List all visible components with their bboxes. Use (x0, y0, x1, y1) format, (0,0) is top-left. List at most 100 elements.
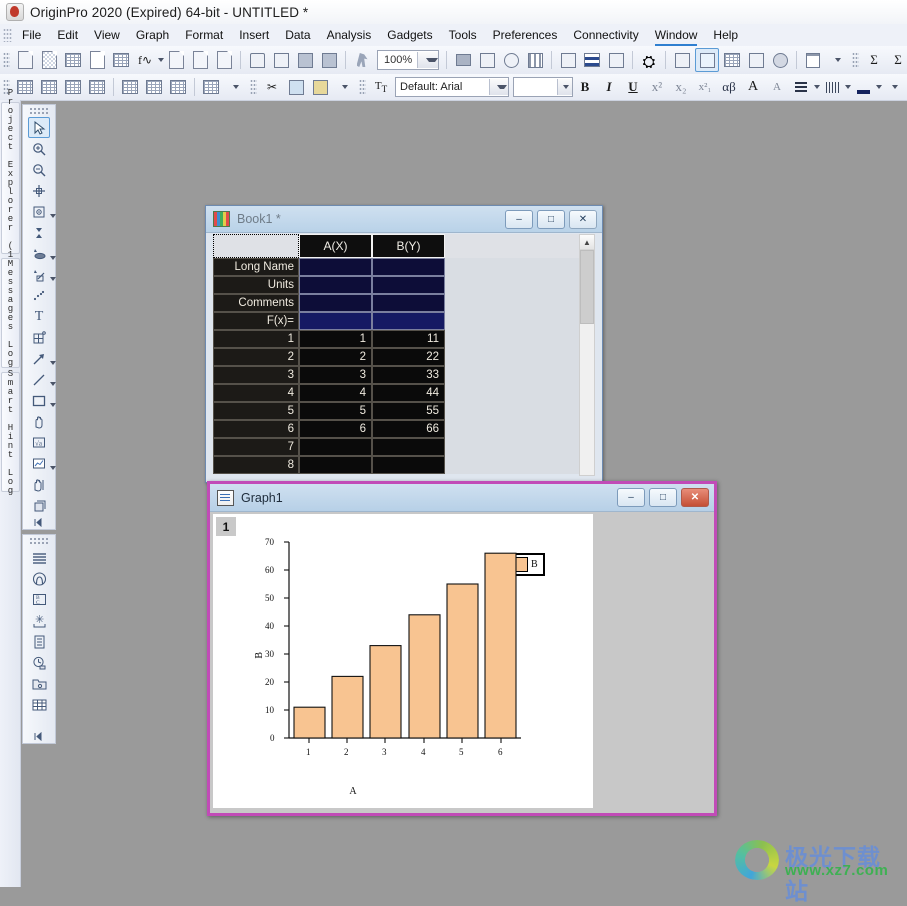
cell-a[interactable] (299, 456, 372, 474)
worksheet-grid[interactable]: A(X) B(Y) Long Name Units Comments F(x)= (213, 234, 587, 474)
table-row[interactable]: 8 (213, 456, 587, 474)
arch-icon[interactable] (28, 568, 50, 589)
time-stamp-icon[interactable] (28, 652, 50, 673)
table-row[interactable]: 1 1 11 (213, 330, 587, 348)
menu-edit[interactable]: Edit (49, 25, 86, 45)
graph-window[interactable]: Graph1 – □ ✕ 1 B 0 10 20 30 40 50 60 70 … (207, 481, 717, 816)
rectangle-tool-chevron-down-icon[interactable] (50, 403, 56, 407)
new-excel-icon[interactable] (189, 49, 211, 71)
cell-b[interactable]: 66 (372, 420, 445, 438)
graph-page[interactable]: 1 B 0 10 20 30 40 50 60 70 1 2 3 4 5 6 B… (213, 514, 593, 808)
font-name-combobox[interactable]: Default: Arial (395, 77, 509, 97)
meta-cell-a-units[interactable] (299, 276, 372, 294)
italic-button[interactable]: I (598, 76, 620, 98)
export-graph-icon[interactable] (500, 49, 522, 71)
copy-icon[interactable] (285, 76, 307, 98)
data-selector-icon[interactable] (28, 222, 50, 243)
align-chevron-down-icon[interactable] (814, 85, 820, 89)
menu-file[interactable]: File (14, 25, 49, 45)
arrow-tool-icon[interactable] (28, 348, 56, 369)
cell-a[interactable]: 4 (299, 384, 372, 402)
stacked-lines-icon[interactable] (28, 547, 50, 568)
import-database-icon[interactable] (745, 49, 767, 71)
regional-mask-chevron-down-icon[interactable] (50, 277, 56, 281)
data-reader-icon[interactable] (28, 201, 56, 222)
superscript-button[interactable]: x² (646, 76, 668, 98)
line-tool-icon[interactable] (28, 369, 56, 390)
font-size-combobox[interactable] (513, 77, 573, 97)
new-function-plot-icon[interactable]: f∿ (134, 49, 156, 71)
insert-column-icon[interactable] (167, 76, 189, 98)
zoom-in-icon[interactable] (28, 138, 50, 159)
b-to-c-icon[interactable]: BC (28, 589, 50, 610)
new-folder-icon[interactable] (38, 49, 60, 71)
save-window-icon[interactable] (318, 49, 340, 71)
palette-expand-button[interactable] (23, 516, 55, 528)
line-style-icon[interactable] (821, 76, 843, 98)
annotation-icon[interactable] (557, 49, 579, 71)
worksheet-vertical-scrollbar[interactable]: ▲ (579, 234, 595, 476)
palette-expand-button[interactable] (23, 730, 55, 742)
menu-insert[interactable]: Insert (231, 25, 277, 45)
menu-format[interactable]: Format (177, 25, 231, 45)
layer-tool-icon[interactable] (28, 495, 50, 516)
meta-cell-b-long-name[interactable] (372, 258, 445, 276)
sidebar-item-project-explorer[interactable]: Project Explorer (1) (1, 88, 20, 268)
palette-grip[interactable] (29, 537, 49, 545)
print-icon[interactable] (452, 49, 474, 71)
table-row[interactable]: 2 2 22 (213, 348, 587, 366)
save-project-icon[interactable] (294, 49, 316, 71)
meta-cell-b-fx[interactable] (372, 312, 445, 330)
menu-connectivity[interactable]: Connectivity (565, 25, 646, 45)
new-matrix-icon[interactable] (110, 49, 132, 71)
worksheet-icon[interactable] (28, 694, 50, 715)
data-display-icon[interactable] (581, 49, 603, 71)
cell-b[interactable]: 33 (372, 366, 445, 384)
meta-row-comments[interactable]: Comments (213, 294, 587, 312)
graph-title-bar[interactable]: Graph1 – □ ✕ (210, 484, 714, 512)
meta-cell-a-comments[interactable] (299, 294, 372, 312)
menu-analysis[interactable]: Analysis (319, 25, 380, 45)
open-icon[interactable] (246, 49, 268, 71)
toolbar-grip[interactable] (359, 78, 366, 96)
region-plot-chevron-down-icon[interactable] (50, 466, 56, 470)
workbook-minimize-button[interactable]: – (505, 209, 533, 229)
sidebar-item-messages-log[interactable]: Messages Log (1, 258, 20, 368)
cut-icon[interactable]: ✂ (261, 76, 283, 98)
cell-a[interactable] (299, 438, 372, 456)
add-layer-icon[interactable] (802, 49, 824, 71)
menu-preferences[interactable]: Preferences (485, 25, 566, 45)
cell-a[interactable]: 3 (299, 366, 372, 384)
toolbar-overflow-icon[interactable] (826, 49, 848, 71)
table-row[interactable]: 7 (213, 438, 587, 456)
font-color-icon[interactable] (852, 76, 874, 98)
column-props-icon[interactable] (28, 631, 50, 652)
paste-icon[interactable] (309, 76, 331, 98)
rotate-tool-icon[interactable] (28, 474, 50, 495)
pointer-icon[interactable] (28, 117, 50, 138)
toolbar-grip[interactable] (3, 51, 10, 69)
new-project-icon[interactable] (14, 49, 36, 71)
greek-button[interactable]: αβ (718, 76, 740, 98)
regional-mask-icon[interactable] (28, 264, 56, 285)
data-cursor-chevron-down-icon[interactable] (50, 256, 56, 260)
unmask-icon[interactable] (86, 76, 108, 98)
workbook-close-button[interactable]: ✕ (569, 209, 597, 229)
mask-icon[interactable] (14, 76, 36, 98)
results-log-icon[interactable] (605, 49, 627, 71)
text-tool-icon[interactable]: T (28, 306, 50, 327)
copy-columns-icon[interactable] (200, 76, 222, 98)
cell-a[interactable]: 2 (299, 348, 372, 366)
cell-a[interactable]: 1 (299, 330, 372, 348)
add-object-icon[interactable] (28, 327, 50, 348)
zoom-out-icon[interactable] (28, 159, 50, 180)
cell-b[interactable]: 11 (372, 330, 445, 348)
table-row[interactable]: 3 3 33 (213, 366, 587, 384)
new-notes-icon[interactable] (213, 49, 235, 71)
import-multiple-ascii-icon[interactable] (721, 49, 743, 71)
workbook-maximize-button[interactable]: □ (537, 209, 565, 229)
statistics-icon[interactable]: Σ (887, 49, 907, 71)
font-name-chevron-down-icon[interactable] (489, 79, 508, 95)
asterisk-icon[interactable]: ✳ (28, 610, 50, 631)
menu-view[interactable]: View (86, 25, 128, 45)
